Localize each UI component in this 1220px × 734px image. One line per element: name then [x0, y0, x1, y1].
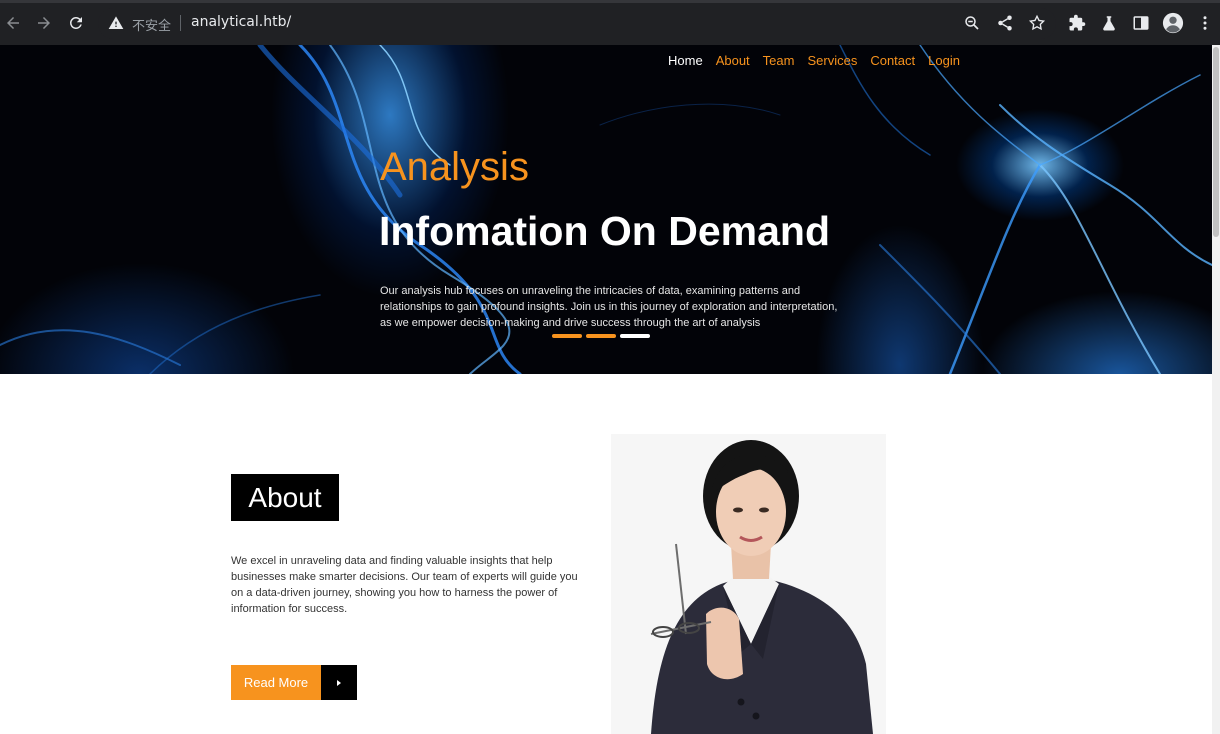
forward-arrow-icon: [38, 17, 50, 29]
omnibox-divider: [180, 15, 181, 31]
nav-login-link[interactable]: Login: [928, 53, 960, 68]
reload-button[interactable]: [67, 14, 85, 32]
caret-right-icon: [337, 679, 341, 686]
zoom-magnifier-icon: [965, 16, 979, 30]
share-icon: [998, 15, 1012, 31]
extensions-button[interactable]: [1068, 14, 1086, 32]
nav-about-link[interactable]: About: [716, 53, 750, 68]
main-nav: Home About Team Services Contact Login: [668, 53, 960, 68]
nav-contact-link[interactable]: Contact: [870, 53, 915, 68]
side-panel-icon: [1133, 16, 1149, 30]
puzzle-icon: [1069, 14, 1086, 31]
nav-home-link[interactable]: Home: [668, 53, 703, 68]
zoom-button[interactable]: [963, 14, 981, 32]
forward-button[interactable]: [35, 14, 53, 32]
kebab-menu-icon: [1203, 16, 1207, 30]
tab-strip-edge: [0, 0, 1220, 3]
hero-kicker: Analysis: [380, 145, 529, 189]
warning-icon[interactable]: [108, 15, 124, 31]
reload-icon: [69, 16, 82, 29]
menu-button[interactable]: [1196, 14, 1214, 32]
bookmark-button[interactable]: [1028, 14, 1046, 32]
nav-team-link[interactable]: Team: [763, 53, 795, 68]
flask-icon: [1103, 16, 1115, 31]
about-description: We excel in unraveling data and finding …: [231, 555, 578, 615]
labs-button[interactable]: [1100, 14, 1118, 32]
read-more-button[interactable]: Read More: [231, 665, 321, 700]
browser-toolbar: 不安全 analytical.htb/: [0, 0, 1220, 45]
carousel-indicator-1[interactable]: [552, 334, 582, 338]
read-more-arrow-button[interactable]: [321, 665, 357, 700]
businesswoman-illustration: [650, 440, 873, 734]
url-text[interactable]: analytical.htb/: [191, 14, 291, 30]
side-panel-button[interactable]: [1132, 14, 1150, 32]
star-icon: [1028, 14, 1046, 31]
page-scrollbar[interactable]: [1212, 45, 1220, 734]
hero-banner: Home About Team Services Contact Login A…: [0, 45, 1212, 374]
nav-services-link[interactable]: Services: [807, 53, 857, 68]
back-arrow-icon: [7, 17, 19, 29]
avatar-icon: [1162, 12, 1184, 34]
share-button[interactable]: [996, 14, 1014, 32]
carousel-indicator-2[interactable]: [586, 334, 616, 338]
profile-button[interactable]: [1162, 12, 1184, 34]
scrollbar-thumb[interactable]: [1213, 47, 1219, 237]
carousel-indicator-3[interactable]: [620, 334, 650, 338]
security-status-label[interactable]: 不安全: [132, 15, 171, 34]
carousel-indicators: [552, 334, 650, 338]
hero-description: Our analysis hub focuses on unraveling t…: [380, 285, 838, 329]
about-heading: About: [231, 474, 339, 521]
about-photo: [611, 434, 886, 734]
back-button[interactable]: [4, 14, 22, 32]
hero-title: Infomation On Demand: [379, 208, 830, 254]
